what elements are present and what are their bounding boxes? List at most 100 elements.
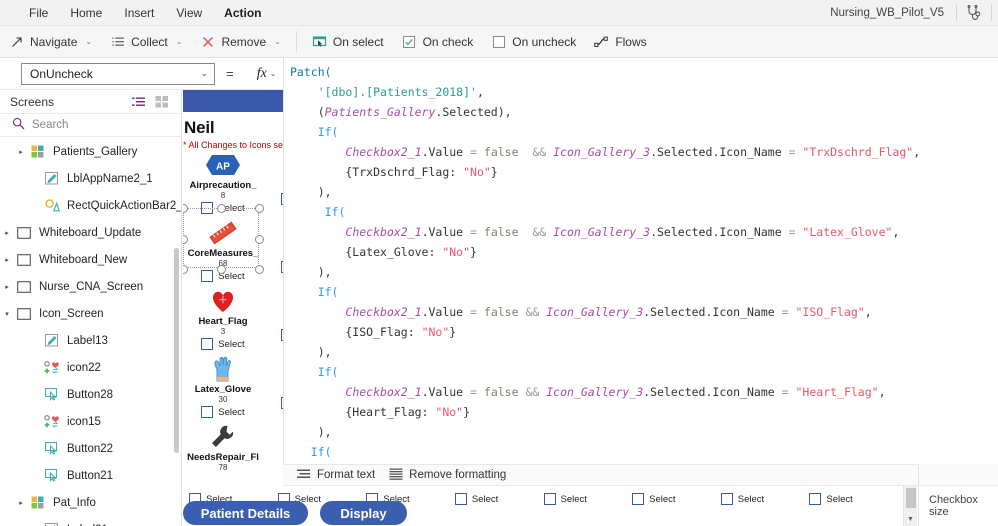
menu-item-file[interactable]: File xyxy=(18,2,59,24)
sidebar-item-label21[interactable]: Label21 xyxy=(0,516,181,526)
chevron-right-icon[interactable]: ▸ xyxy=(14,148,28,156)
search-input[interactable]: Search xyxy=(32,119,68,131)
code-line: {Latex_Glove: "No"} xyxy=(284,242,998,262)
on-check-button[interactable]: On check xyxy=(393,30,483,53)
resize-handle-w[interactable] xyxy=(183,235,188,244)
code-token: false xyxy=(483,225,519,239)
code-token: , xyxy=(892,225,900,239)
on-uncheck-button[interactable]: On uncheck xyxy=(482,30,585,53)
checkbox-empty-icon[interactable] xyxy=(809,493,822,505)
stethoscope-icon[interactable] xyxy=(957,4,991,21)
resize-handle-se[interactable] xyxy=(255,265,264,274)
chevron-right-icon[interactable]: ▸ xyxy=(0,229,14,237)
sidebar-item-nurse_cna_screen[interactable]: ▸ Nurse_CNA_Screen xyxy=(0,273,181,300)
sidebar-item-pat_info[interactable]: ▸ Pat_Info xyxy=(0,489,181,516)
code-token: .Value xyxy=(421,305,471,319)
formula-format-bar: Format text Remove formatting xyxy=(283,464,998,486)
checkbox-empty-icon[interactable] xyxy=(454,493,467,505)
code-line: Checkbox2_1.Value = false && Icon_Galler… xyxy=(284,302,998,322)
cursor-screen-icon xyxy=(312,34,327,49)
screen-icon xyxy=(14,307,34,320)
scrollbar-thumb[interactable] xyxy=(906,488,916,508)
gallery-select-unit[interactable]: Select xyxy=(626,493,715,505)
gallery-item[interactable]: Heart_Flag 3 Select xyxy=(185,286,261,350)
sidebar-item-label: icon15 xyxy=(67,415,101,428)
gallery-select-unit[interactable]: Select xyxy=(538,493,627,505)
format-text-icon xyxy=(297,468,311,483)
code-token: "No" xyxy=(442,245,471,259)
gallery-select-unit[interactable]: Select xyxy=(803,493,892,505)
code-token: false xyxy=(483,305,519,319)
navigate-label: Navigate xyxy=(30,34,78,49)
gallery-select-unit[interactable]: Select xyxy=(449,493,538,505)
icons-icon xyxy=(42,415,62,428)
code-token: , xyxy=(864,305,872,319)
checkbox-empty-icon[interactable] xyxy=(632,493,645,505)
menu-item-home[interactable]: Home xyxy=(59,2,113,24)
on-select-button[interactable]: On select xyxy=(303,30,393,53)
checkbox-empty-icon[interactable] xyxy=(201,406,214,418)
fx-button[interactable]: fx ⌄ xyxy=(245,63,289,85)
checkbox-empty-icon[interactable] xyxy=(543,493,556,505)
format-text-button[interactable]: Format text xyxy=(297,468,375,483)
patient-details-button[interactable]: Patient Details xyxy=(183,501,308,525)
chevron-right-icon[interactable]: ▸ xyxy=(14,499,28,507)
screens-tree-scrollbar[interactable] xyxy=(174,248,179,453)
collect-button[interactable]: Collect ⌄ xyxy=(101,30,191,53)
screen-icon xyxy=(14,226,34,239)
sidebar-item-lblappname2_1[interactable]: LblAppName2_1 xyxy=(0,165,181,192)
sidebar-item-icon22[interactable]: icon22 xyxy=(0,354,181,381)
sidebar-item-icon15[interactable]: icon15 xyxy=(0,408,181,435)
checkbox-empty-icon[interactable] xyxy=(201,338,214,350)
navigate-button[interactable]: Navigate ⌄ xyxy=(0,30,101,53)
button-icon xyxy=(42,469,62,482)
sidebar-item-whiteboard_new[interactable]: ▸ Whiteboard_New xyxy=(0,246,181,273)
sidebar-item-button28[interactable]: Button28 xyxy=(0,381,181,408)
sidebar-item-rectquickactionbar2_1[interactable]: RectQuickActionBar2_1 xyxy=(0,192,181,219)
checkbox-empty-icon[interactable] xyxy=(201,270,214,282)
code-token: Checkbox2_1 xyxy=(345,225,422,239)
select-label: Select xyxy=(218,406,245,418)
resize-handle-nw[interactable] xyxy=(183,204,188,213)
gallery-item[interactable]: NeedsRepair_Fl 78 xyxy=(185,422,261,472)
sidebar-item-label13[interactable]: Label13 xyxy=(0,327,181,354)
ribbon-toolbar: Navigate ⌄ Collect ⌄ Remove ⌄ On select … xyxy=(0,26,998,58)
select-label: Select xyxy=(218,338,245,350)
sidebar-item-button21[interactable]: Button21 xyxy=(0,462,181,489)
chevron-down-icon[interactable]: ▼ xyxy=(907,516,914,523)
resize-handle-e[interactable] xyxy=(255,235,264,244)
gallery-item-select-row[interactable]: Select xyxy=(185,406,261,418)
menu-item-action[interactable]: Action xyxy=(213,2,272,29)
menu-item-insert[interactable]: Insert xyxy=(113,2,165,24)
resize-handle-n[interactable] xyxy=(217,204,226,213)
tree-view-icon[interactable] xyxy=(129,93,151,111)
remove-formatting-button[interactable]: Remove formatting xyxy=(389,468,506,483)
checkbox-empty-icon[interactable] xyxy=(720,493,733,505)
sidebar-item-button22[interactable]: Button22 xyxy=(0,435,181,462)
selection-frame[interactable] xyxy=(183,204,264,274)
formula-code-editor[interactable]: Patch( '[dbo].[Patients_2018]', (Patient… xyxy=(283,58,998,464)
sidebar-item-patients_gallery[interactable]: ▸ Patients_Gallery xyxy=(0,138,181,165)
gallery-item-select-row[interactable]: Select xyxy=(185,338,261,350)
checkbox-checked-icon xyxy=(402,34,417,49)
gallery-select-unit[interactable]: Select xyxy=(715,493,804,505)
resize-handle-s[interactable] xyxy=(217,265,226,274)
code-token: = xyxy=(788,145,803,159)
sidebar-item-icon_screen[interactable]: ▾ Icon_Screen xyxy=(0,300,181,327)
code-token: .Selected.Icon_Name xyxy=(650,225,789,239)
resize-handle-ne[interactable] xyxy=(255,204,264,213)
sidebar-item-whiteboard_update[interactable]: ▸ Whiteboard_Update xyxy=(0,219,181,246)
code-token: Icon_Gallery_3 xyxy=(553,225,651,239)
canvas-vertical-scrollbar[interactable]: ▼ xyxy=(903,486,917,526)
flows-button[interactable]: Flows xyxy=(585,30,655,53)
menu-item-view[interactable]: View xyxy=(165,2,213,24)
thumbnail-view-icon[interactable] xyxy=(151,93,173,111)
remove-button[interactable]: Remove ⌄ xyxy=(191,30,289,53)
property-select[interactable]: OnUncheck ⌄ xyxy=(21,62,215,85)
chevron-down-icon[interactable]: ▾ xyxy=(0,310,14,318)
chevron-right-icon[interactable]: ▸ xyxy=(0,256,14,264)
chevron-right-icon[interactable]: ▸ xyxy=(0,283,14,291)
screens-search-row[interactable]: Search xyxy=(0,114,181,137)
display-button[interactable]: Display xyxy=(320,501,407,525)
gallery-item[interactable]: Latex_Glove 30 Select xyxy=(185,354,261,418)
